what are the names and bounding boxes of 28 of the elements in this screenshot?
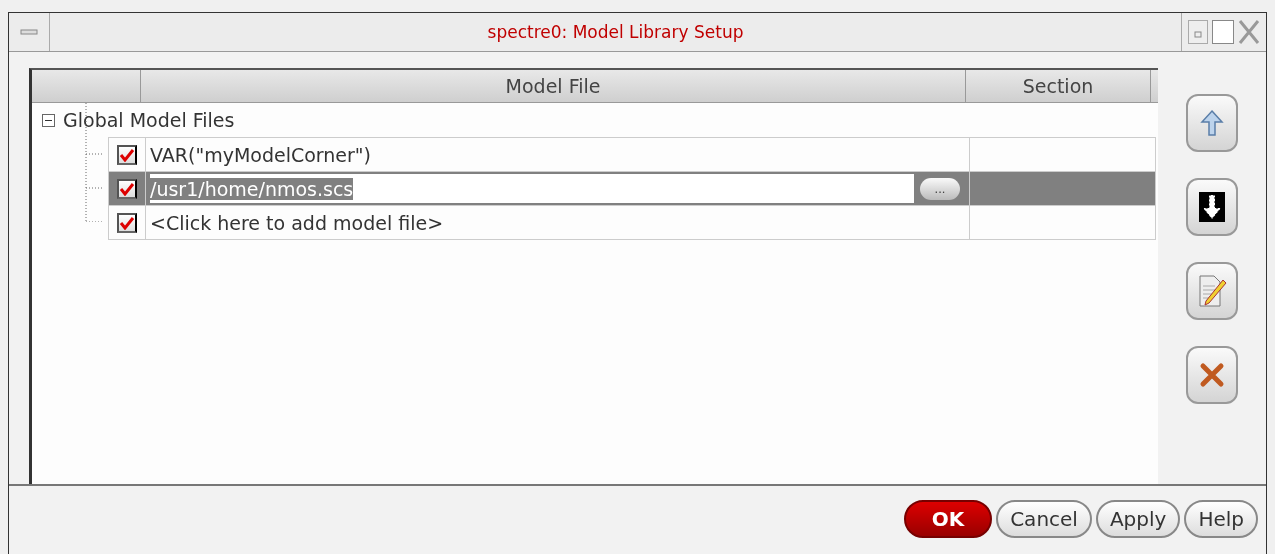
table-cell: VAR("myModelCorner") (150, 143, 371, 166)
column-header[interactable]: Model File (141, 70, 966, 102)
dialog-button[interactable]: Help (1184, 500, 1258, 538)
table-row[interactable]: <Click here to add model file> (109, 206, 1155, 239)
up-button[interactable] (1186, 94, 1238, 152)
close-icon[interactable] (1238, 19, 1260, 45)
up-arrow-icon (1200, 109, 1224, 137)
dialog-button[interactable]: Apply (1095, 500, 1181, 538)
dialog-button[interactable]: Cancel (996, 500, 1092, 538)
down-arrow-icon (1199, 192, 1225, 222)
down-button[interactable] (1186, 178, 1238, 236)
column-header[interactable]: Section (966, 70, 1151, 102)
delete-button[interactable] (1186, 346, 1238, 404)
tree-group-label[interactable]: Global Model Files (63, 109, 235, 131)
checkbox[interactable] (117, 212, 137, 233)
browse-button[interactable]: ... (920, 177, 960, 200)
edit-button[interactable] (1186, 262, 1238, 320)
checkbox[interactable] (117, 178, 137, 199)
edit-document-icon (1197, 274, 1227, 308)
dialog-button[interactable]: OK (903, 500, 993, 538)
checkbox[interactable] (117, 144, 137, 165)
maximize-icon[interactable] (1212, 20, 1234, 44)
table-cell: <Click here to add model file> (150, 211, 444, 234)
tree-toggle-icon[interactable] (42, 113, 55, 127)
delete-icon (1199, 362, 1225, 388)
table-row[interactable]: /usr1/home/nmos.scs ... (109, 172, 1155, 206)
window-title: spectre0: Model Library Setup (487, 22, 744, 42)
input-field[interactable]: /usr1/home/nmos.scs (150, 174, 914, 203)
